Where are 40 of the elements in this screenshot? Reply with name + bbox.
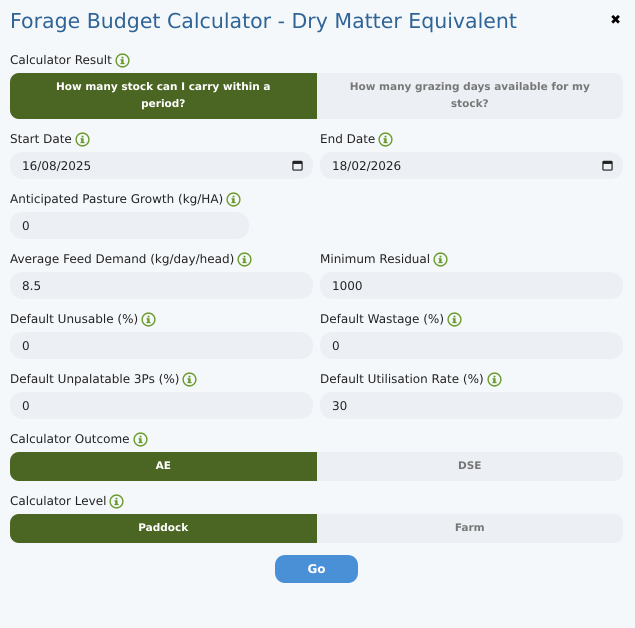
input-field[interactable]: 30 [320,392,623,419]
date-field[interactable]: 16/08/2025 [10,152,313,179]
calendar-icon[interactable] [292,160,303,171]
input-field[interactable]: 0 [10,212,249,239]
info-icon[interactable] [237,252,252,266]
info-icon[interactable] [109,494,124,508]
info-icon[interactable] [141,312,156,326]
field-label: Default Unusable (%) [10,311,138,327]
field-label: Default Utilisation Rate (%) [320,371,484,387]
input-field[interactable]: 0 [10,392,313,419]
close-button[interactable]: ✖ [608,11,623,31]
info-icon[interactable] [74,132,90,146]
field-label: Average Feed Demand (kg/day/head) [10,251,234,267]
toggle-option[interactable]: Paddock [10,514,316,543]
input-field[interactable]: 8.5 [10,272,313,299]
input-field[interactable]: 0 [10,332,313,359]
toggle-option[interactable]: How many stock can I carry within a period? [10,73,316,119]
field-label: Calculator Result [10,52,112,68]
field-label: End Date [320,131,376,147]
info-icon[interactable] [378,132,394,146]
date-field[interactable]: 18/02/2026 [320,152,623,179]
input-field[interactable]: 0 [320,332,623,359]
field-label: Start Date [10,131,72,147]
field-label: Default Wastage (%) [320,311,444,327]
info-icon[interactable] [447,312,462,326]
field-label: Calculator Outcome [10,431,130,447]
info-icon[interactable] [182,372,198,386]
info-icon[interactable] [226,192,242,206]
calendar-icon[interactable] [602,160,613,171]
dialog-title: Forage Budget Calculator - Dry Matter Equivalent [10,8,517,35]
field-label: Minimum Residual [320,251,430,267]
field-label: Calculator Level [10,493,106,509]
input-field[interactable]: 1000 [320,272,623,299]
field-label: Anticipated Pasture Growth (kg/HA) [10,191,224,207]
info-icon[interactable] [433,252,448,266]
info-icon[interactable] [114,52,130,68]
toggle-option[interactable]: AE [10,452,316,481]
info-icon[interactable] [486,372,502,386]
field-label: Default Unpalatable 3Ps (%) [10,371,180,387]
info-icon[interactable] [132,432,148,446]
